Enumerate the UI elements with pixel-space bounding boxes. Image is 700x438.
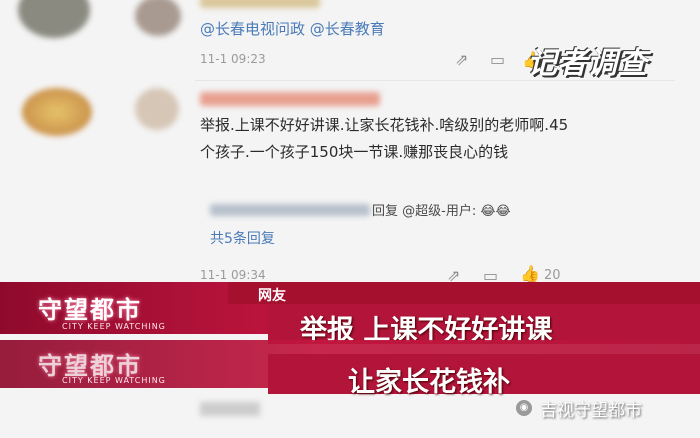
source-tag-bar [228, 282, 700, 304]
wechat-icon: ◉ [516, 400, 532, 416]
share-icon[interactable]: ⇗ [455, 50, 468, 69]
timestamp: 11-1 09:34 [200, 268, 266, 282]
avatar[interactable] [18, 0, 90, 38]
watermark: 吉视守望都市 [540, 401, 642, 421]
username[interactable] [200, 0, 320, 8]
username[interactable] [200, 92, 380, 106]
headline-line-2: 让家长花钱补 [348, 367, 510, 398]
avatar[interactable] [135, 0, 181, 36]
avatar[interactable] [135, 88, 179, 130]
divider [195, 80, 675, 81]
reply-preview: 回复 @超级-用户: 😂😂 [372, 204, 511, 219]
avatar[interactable] [22, 88, 92, 136]
source-tag: 网友 [258, 288, 286, 304]
like-count: 20 [544, 268, 561, 283]
blurred-background-text [200, 402, 260, 416]
like-icon[interactable]: 👍 [520, 264, 540, 283]
reply-username[interactable] [210, 204, 370, 216]
blurred-background-text [585, 120, 675, 160]
mentions-text[interactable]: @长春电视问政 @长春教育 [200, 18, 385, 39]
timestamp: 11-1 09:23 [200, 52, 266, 66]
more-replies-link[interactable]: 共5条回复 [210, 228, 275, 248]
channel-logo-subtitle: CITY KEEP WATCHING [62, 376, 166, 385]
comment-text: 举报.上课不好好讲课.让家长花钱补.啥级别的老师啊.45个孩子.一个孩子150块… [200, 116, 569, 161]
reporter-investigation-stamp: 记者调查 [527, 46, 647, 81]
channel-logo-subtitle: CITY KEEP WATCHING [62, 322, 166, 331]
screen: { "comment_top": { "mentions": "@长春电视问政 … [0, 0, 700, 438]
channel-logo: 守望都市 [38, 296, 142, 324]
comment-icon[interactable]: ▭ [490, 50, 505, 69]
